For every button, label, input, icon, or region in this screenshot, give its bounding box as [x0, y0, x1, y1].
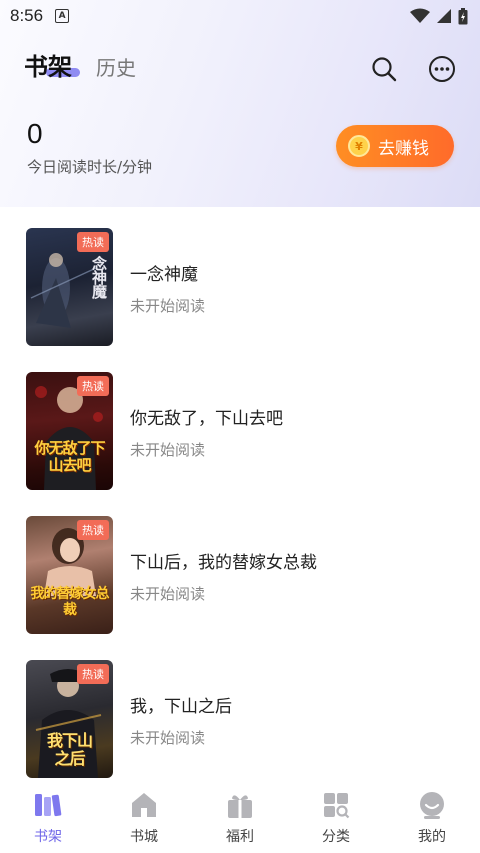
nav-welfare-label: 福利	[226, 829, 254, 845]
tab-bookshelf-label: 书架	[24, 53, 72, 81]
nav-bookshelf-label: 书架	[34, 829, 62, 845]
tab-history-label: 历史	[96, 56, 136, 80]
book-item[interactable]: 我的替嫁女总裁 热读 下山后，我的替嫁女总裁 未开始阅读	[26, 516, 466, 634]
cover-title-text: 你无敌了下山去吧	[34, 439, 105, 474]
nav-profile-label: 我的	[418, 829, 446, 845]
book-title: 你无敌了，下山去吧	[130, 409, 283, 429]
book-status: 未开始阅读	[130, 297, 206, 315]
tab-history[interactable]: 历史	[96, 52, 136, 84]
book-item[interactable]: 你无敌了下山去吧 热读 你无敌了，下山去吧 未开始阅读	[26, 372, 466, 490]
search-icon[interactable]	[370, 55, 398, 83]
book-cover: 念神魔 热读	[26, 228, 113, 346]
bookshelf-icon	[33, 790, 63, 820]
cover-title-text: 我下山之后	[46, 731, 93, 768]
book-item[interactable]: 我下山之后 热读 我，下山之后 未开始阅读	[26, 660, 466, 778]
bottom-nav: 书架 书城 福利 分类 我的	[0, 783, 480, 853]
book-item[interactable]: 念神魔 热读 一念神魔 未开始阅读	[26, 228, 466, 346]
nav-bookstore[interactable]: 书城	[96, 790, 192, 846]
more-icon[interactable]	[428, 55, 456, 83]
hot-badge: 热读	[77, 664, 109, 684]
status-time: 8:56	[10, 6, 44, 25]
profile-icon	[417, 790, 447, 820]
wifi-icon	[410, 8, 430, 23]
earn-money-button[interactable]: ¥ 去赚钱	[336, 125, 454, 167]
gift-icon	[225, 790, 255, 820]
cover-title-text: 念神魔	[90, 256, 108, 298]
reading-minutes: 0	[27, 118, 43, 149]
bookstore-icon	[129, 790, 159, 820]
hot-badge: 热读	[77, 520, 109, 540]
reading-label: 今日阅读时长/分钟	[27, 158, 153, 176]
battery-icon	[458, 7, 468, 24]
book-status: 未开始阅读	[130, 729, 206, 747]
hot-badge: 热读	[77, 376, 109, 396]
book-cover: 我的替嫁女总裁 热读	[26, 516, 113, 634]
hot-badge: 热读	[77, 232, 109, 252]
nav-welfare[interactable]: 福利	[192, 790, 288, 846]
book-title: 我，下山之后	[130, 697, 232, 717]
cover-title-text: 我的替嫁女总裁	[30, 586, 110, 618]
book-cover: 你无敌了下山去吧 热读	[26, 372, 113, 490]
nav-bookshelf[interactable]: 书架	[0, 790, 96, 846]
coin-icon: ¥	[348, 135, 370, 157]
tab-bookshelf[interactable]: 书架	[24, 50, 80, 84]
category-icon	[321, 790, 351, 820]
book-cover: 我下山之后 热读	[26, 660, 113, 778]
book-title: 一念神魔	[130, 265, 198, 285]
signal-icon	[437, 9, 451, 23]
nav-category[interactable]: 分类	[288, 790, 384, 846]
book-status: 未开始阅读	[130, 441, 206, 459]
nav-profile[interactable]: 我的	[384, 790, 480, 846]
notification-icon: A	[55, 9, 70, 23]
book-status: 未开始阅读	[130, 585, 206, 603]
book-title: 下山后，我的替嫁女总裁	[130, 553, 317, 573]
header-actions	[370, 55, 456, 83]
earn-money-label: 去赚钱	[378, 138, 429, 159]
status-bar: 8:56 A	[0, 0, 480, 32]
top-tabs: 书架 历史	[24, 50, 136, 84]
nav-category-label: 分类	[322, 829, 350, 845]
nav-bookstore-label: 书城	[130, 829, 158, 845]
